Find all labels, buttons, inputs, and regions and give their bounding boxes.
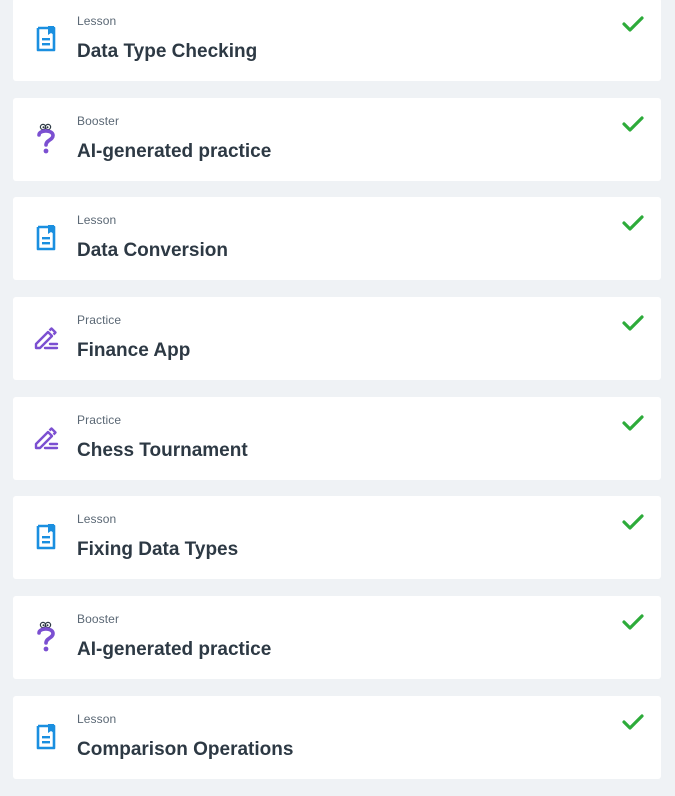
pencil-icon — [33, 322, 59, 354]
activity-list: Lesson Data Type Checking Booster AI-gen… — [13, 0, 661, 796]
checkmark-icon — [622, 414, 644, 432]
activity-card-comparison-operations[interactable]: Lesson Comparison Operations — [13, 695, 661, 779]
activity-title: Data Conversion — [77, 240, 228, 262]
activity-title: Fixing Data Types — [77, 539, 239, 561]
activity-card-finance-app[interactable]: Practice Finance App — [13, 297, 661, 381]
activity-title: AI-generated practice — [77, 140, 272, 162]
lesson-document-icon — [33, 721, 59, 753]
checkmark-icon — [622, 15, 644, 33]
checkmark-icon — [622, 214, 644, 232]
checkmark-icon — [622, 314, 644, 332]
activity-title: Finance App — [77, 340, 191, 362]
lesson-document-icon — [33, 23, 59, 55]
lesson-document-icon — [33, 222, 59, 254]
activity-title: Chess Tournament — [77, 439, 248, 461]
activity-type-label: Practice — [77, 313, 122, 328]
activity-card-data-conversion[interactable]: Lesson Data Conversion — [13, 197, 661, 281]
question-mark-icon — [33, 621, 59, 653]
activity-card-data-type-checking[interactable]: Lesson Data Type Checking — [13, 0, 661, 81]
activity-type-label: Lesson — [77, 512, 117, 527]
activity-title: AI-generated practice — [77, 639, 272, 661]
activity-card-ai-generated-practice[interactable]: Booster AI-generated practice — [13, 596, 661, 680]
activity-type-label: Booster — [77, 113, 120, 128]
activity-card-ai-generated-practice[interactable]: Booster AI-generated practice — [13, 97, 661, 181]
activity-card-chess-tournament[interactable]: Practice Chess Tournament — [13, 396, 661, 480]
checkmark-icon — [622, 613, 644, 631]
lesson-document-icon — [33, 521, 59, 553]
activity-type-label: Practice — [77, 412, 122, 427]
activity-title: Data Type Checking — [77, 41, 258, 62]
checkmark-icon — [622, 115, 644, 133]
question-mark-icon — [33, 123, 59, 155]
activity-card-fixing-data-types[interactable]: Lesson Fixing Data Types — [13, 496, 661, 580]
activity-type-label: Lesson — [77, 711, 117, 726]
activity-type-label: Lesson — [77, 14, 117, 28]
activity-type-label: Booster — [77, 612, 120, 627]
pencil-icon — [33, 422, 59, 454]
checkmark-icon — [622, 513, 644, 531]
activity-type-label: Lesson — [77, 213, 117, 228]
checkmark-icon — [622, 713, 644, 731]
activity-title: Comparison Operations — [77, 738, 294, 760]
